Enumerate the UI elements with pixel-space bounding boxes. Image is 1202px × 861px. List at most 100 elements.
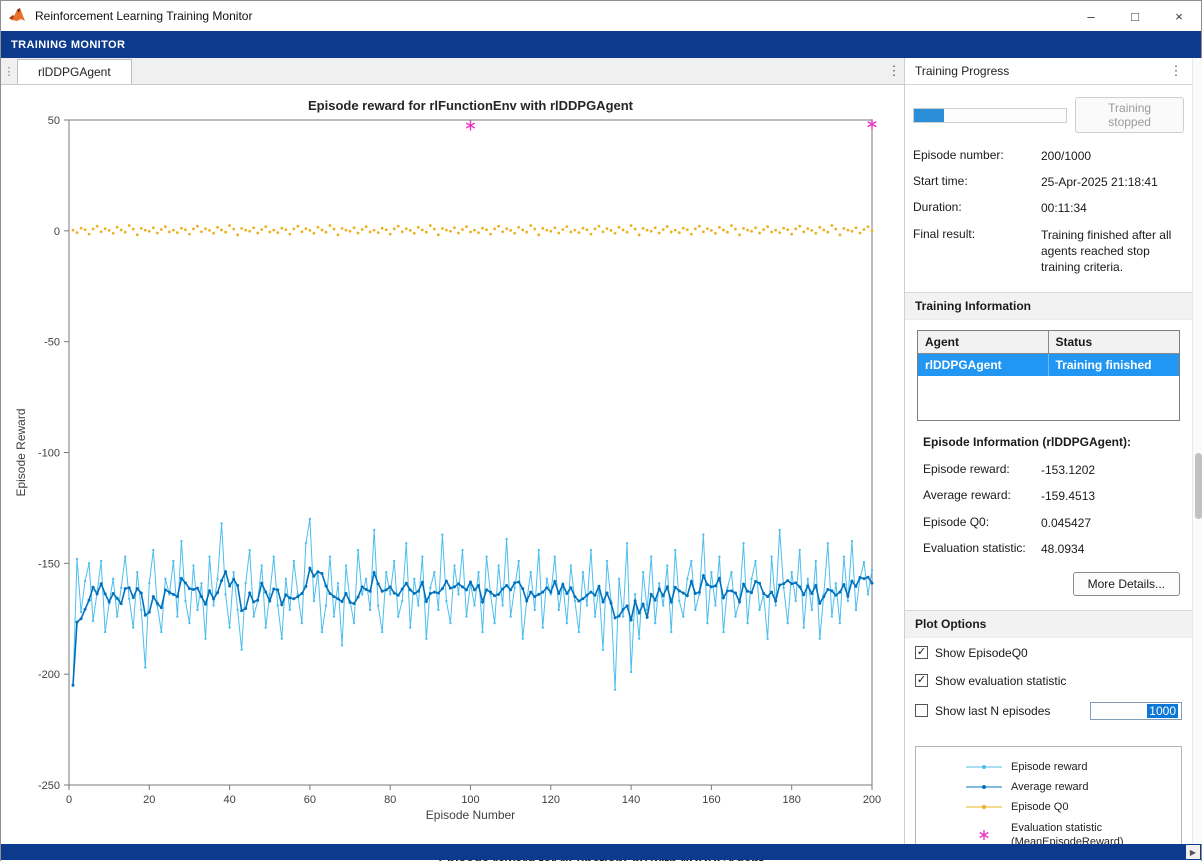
- episode-q0-row: Episode Q0: 0.045427: [923, 510, 1184, 536]
- svg-text:60: 60: [304, 794, 316, 806]
- svg-text:50: 50: [48, 115, 60, 127]
- show-evaluation-statistic-option: Show evaluation statistic: [905, 666, 1192, 694]
- evaluation-statistic-row: Evaluation statistic: 48.0934: [923, 536, 1184, 562]
- field-value: 00:11:34: [1041, 200, 1184, 216]
- average-reward-row: Average reward: -159.4513: [923, 483, 1184, 509]
- field-label: Average reward:: [923, 488, 1041, 504]
- svg-text:-50: -50: [44, 337, 60, 349]
- ribbon-tab-training-monitor[interactable]: TRAINING MONITOR: [1, 31, 1201, 58]
- svg-text:-100: -100: [38, 448, 60, 460]
- status-bar: ▶: [1, 844, 1201, 860]
- show-last-n-episodes-option: Show last N episodes 1000: [905, 694, 1192, 726]
- show-last-n-episodes-checkbox[interactable]: [915, 704, 928, 717]
- legend-label: Episode Q0: [1011, 801, 1068, 813]
- episode-number-row: Episode number: 200/1000: [913, 143, 1184, 169]
- minimize-icon[interactable]: –: [1069, 1, 1113, 31]
- option-label: Show EpisodeQ0: [935, 646, 1028, 660]
- plot-options-heading: Plot Options: [905, 610, 1192, 638]
- svg-text:160: 160: [702, 794, 720, 806]
- field-value: 200/1000: [1041, 148, 1184, 164]
- episode-reward-row: Episode reward: -153.1202: [923, 457, 1184, 483]
- matlab-logo-icon: [9, 8, 27, 24]
- last-n-episodes-input[interactable]: 1000: [1090, 702, 1182, 720]
- progress-row: Training stopped: [905, 85, 1192, 137]
- table-header-row: Agent Status: [918, 331, 1179, 354]
- reward-chart: 020406080100120140160180200500-50-100-15…: [1, 85, 904, 844]
- svg-text:120: 120: [542, 794, 560, 806]
- field-value: Training finished after all agents reach…: [1041, 227, 1184, 276]
- episode-q0-marker-icon: [966, 802, 1002, 812]
- panel-header: Training Progress ⋮: [905, 58, 1192, 85]
- agent-column-header: Agent: [918, 331, 1049, 353]
- app-window: Reinforcement Learning Training Monitor …: [0, 0, 1202, 861]
- field-value: 0.045427: [1041, 515, 1184, 531]
- final-result-row: Final result: Training finished after al…: [913, 222, 1184, 281]
- field-label: Evaluation statistic:: [923, 541, 1041, 557]
- show-episodeq0-checkbox[interactable]: [915, 646, 928, 659]
- legend-label: Average reward: [1011, 781, 1088, 793]
- field-label: Duration:: [913, 200, 1041, 216]
- table-row[interactable]: rlDDPGAgent Training finished: [918, 354, 1179, 376]
- panel-kebab-menu-icon[interactable]: ⋮: [1166, 63, 1186, 79]
- svg-text:-250: -250: [38, 780, 60, 792]
- panel-title: Training Progress: [915, 64, 1166, 78]
- document-area: ⋮ rlDDPGAgent ⋮ 020406080100120140160180…: [1, 58, 905, 844]
- vertical-scrollbar[interactable]: [1192, 58, 1202, 844]
- field-label: Final result:: [913, 227, 1041, 276]
- svg-text:-150: -150: [38, 558, 60, 570]
- window-title: Reinforcement Learning Training Monitor: [35, 9, 252, 23]
- main-area: ⋮ rlDDPGAgent ⋮ 020406080100120140160180…: [1, 58, 1201, 844]
- training-summary: Episode number: 200/1000 Start time: 25-…: [905, 137, 1192, 282]
- svg-text:Episode Number: Episode Number: [426, 808, 515, 822]
- legend-item-average-reward: Average reward: [916, 777, 1181, 797]
- training-stopped-button[interactable]: Training stopped: [1075, 97, 1184, 133]
- status-column-header: Status: [1049, 331, 1180, 353]
- window-controls: – □ ×: [1069, 1, 1201, 31]
- svg-text:200: 200: [863, 794, 881, 806]
- legend-label: Evaluation statistic (MeanEpisodeReward): [1011, 821, 1124, 844]
- status-cell: Training finished: [1049, 354, 1180, 376]
- more-details-button[interactable]: More Details...: [1073, 572, 1180, 596]
- svg-text:0: 0: [66, 794, 72, 806]
- chart-host: 020406080100120140160180200500-50-100-15…: [1, 85, 904, 847]
- option-label: Show evaluation statistic: [935, 674, 1066, 688]
- ribbon-tab-label: TRAINING MONITOR: [11, 39, 125, 51]
- document-tab-strip: ⋮ rlDDPGAgent ⋮: [1, 58, 904, 85]
- svg-text:Episode reward for rlFunctionE: Episode reward for rlFunctionEnv with rl…: [308, 98, 634, 113]
- svg-text:20: 20: [143, 794, 155, 806]
- duration-row: Duration: 00:11:34: [913, 195, 1184, 221]
- field-value: -159.4513: [1041, 488, 1184, 504]
- episode-information-heading: Episode Information (rlDDPGAgent):: [905, 423, 1192, 451]
- close-icon[interactable]: ×: [1157, 1, 1201, 31]
- drag-handle-icon[interactable]: ⋮: [1, 58, 17, 84]
- training-progress-bar: [913, 108, 1067, 123]
- tab-rlddpgagent[interactable]: rlDDPGAgent: [17, 59, 132, 84]
- field-value: -153.1202: [1041, 462, 1184, 478]
- average-reward-marker-icon: [966, 782, 1002, 792]
- scroll-right-icon[interactable]: ▶: [1186, 845, 1200, 859]
- svg-text:140: 140: [622, 794, 640, 806]
- evaluation-statistic-asterisk-icon: [966, 828, 1002, 842]
- svg-text:100: 100: [461, 794, 479, 806]
- field-value: 48.0934: [1041, 541, 1184, 557]
- legend-item-episode-q0: Episode Q0: [916, 797, 1181, 817]
- legend-item-episode-reward: Episode reward: [916, 757, 1181, 777]
- field-label: Episode number:: [913, 148, 1041, 164]
- show-evaluation-statistic-checkbox[interactable]: [915, 674, 928, 687]
- field-label: Start time:: [913, 174, 1041, 190]
- training-progress-panel: Training Progress ⋮ Training stopped Epi…: [905, 58, 1192, 844]
- svg-text:180: 180: [783, 794, 801, 806]
- maximize-icon[interactable]: □: [1113, 1, 1157, 31]
- tab-label: rlDDPGAgent: [38, 65, 111, 79]
- chart-legend: Episode reward Average reward: [915, 746, 1182, 844]
- more-details-row: More Details...: [905, 564, 1192, 600]
- episode-reward-marker-icon: [966, 762, 1002, 772]
- field-value: 25-Apr-2025 21:18:41: [1041, 174, 1184, 190]
- show-episodeq0-option: Show EpisodeQ0: [905, 638, 1192, 666]
- svg-text:-200: -200: [38, 669, 60, 681]
- input-selected-text: 1000: [1147, 704, 1178, 718]
- document-kebab-menu-icon[interactable]: ⋮: [884, 58, 904, 84]
- legend-item-evaluation-statistic: Evaluation statistic (MeanEpisodeReward): [916, 817, 1181, 844]
- scrollbar-thumb[interactable]: [1195, 453, 1202, 519]
- svg-text:40: 40: [223, 794, 235, 806]
